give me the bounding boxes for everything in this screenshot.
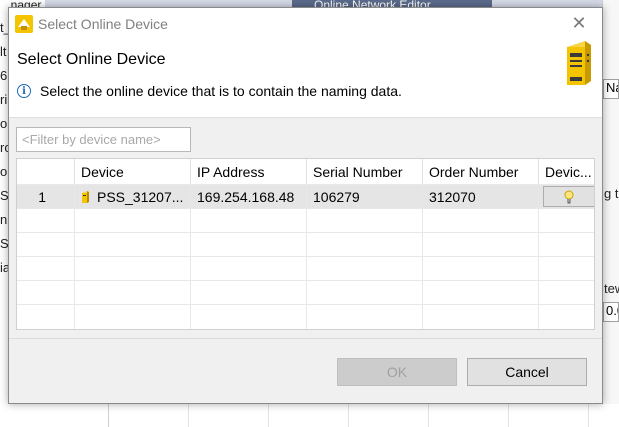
background-right-field[interactable]: 0.0 [603, 302, 619, 322]
dialog-header-message: i Select the online device that is to co… [17, 83, 402, 99]
device-module-icon [567, 41, 591, 85]
row-device-name: PSS_31207... [97, 189, 184, 205]
cancel-button[interactable]: Cancel [467, 358, 587, 386]
dialog-header: Select Online Device i Select the online… [9, 39, 602, 118]
background-right-text: g th [604, 186, 619, 201]
close-icon: ✕ [571, 13, 587, 33]
close-button[interactable]: ✕ [556, 8, 602, 39]
background-right-panel [602, 0, 619, 427]
column-header-device-blink[interactable]: Devic... [539, 159, 594, 184]
column-header-device[interactable]: Device [75, 159, 191, 184]
header-message-text: Select the online device that is to cont… [40, 83, 402, 99]
online-device-table: Device IP Address Serial Number Order Nu… [16, 158, 595, 330]
background-left-text: 6 [0, 68, 8, 83]
background-left-text: lt [0, 44, 7, 59]
dialog-window-title: Select Online Device [38, 16, 168, 32]
select-online-device-dialog: Select Online Device ✕ Select Online Dev… [8, 7, 603, 404]
dialog-title-bar[interactable]: Select Online Device ✕ [9, 8, 602, 39]
table-row[interactable] [17, 232, 594, 257]
column-header-order-number[interactable]: Order Number [423, 159, 539, 184]
background-right-text: tew [604, 281, 619, 296]
table-row[interactable]: 1 PSS_31207... 169.254.168.48 106279 312… [17, 184, 594, 209]
device-icon [82, 191, 89, 203]
row-index: 1 [17, 185, 75, 209]
device-name-filter-input[interactable]: <Filter by device name> [16, 127, 191, 152]
background-grid [108, 404, 619, 427]
table-row[interactable] [17, 256, 594, 281]
column-header-index[interactable] [17, 159, 75, 184]
dialog-header-title: Select Online Device [17, 51, 166, 68]
ok-button[interactable]: OK [337, 358, 457, 386]
device-app-icon [15, 15, 33, 33]
background-left-text: ri [0, 92, 8, 107]
table-header: Device IP Address Serial Number Order Nu… [17, 159, 594, 184]
column-header-serial-number[interactable]: Serial Number [307, 159, 423, 184]
background-left-text: o [0, 116, 8, 131]
row-device-cell: PSS_31207... [75, 185, 191, 209]
row-order-number: 312070 [423, 185, 539, 209]
footer-separator [9, 338, 602, 339]
table-row[interactable] [17, 208, 594, 233]
background-left-text: n [0, 212, 8, 227]
background-left-text: o [0, 164, 8, 179]
background-right-field[interactable]: Na [603, 79, 619, 99]
column-header-ip-address[interactable]: IP Address [191, 159, 307, 184]
row-ip-address: 169.254.168.48 [191, 185, 307, 209]
row-serial-number: 106279 [307, 185, 423, 209]
blink-device-button[interactable] [543, 186, 594, 207]
light-bulb-icon [564, 190, 574, 203]
table-row[interactable] [17, 304, 594, 329]
info-icon: i [17, 84, 31, 98]
table-row[interactable] [17, 280, 594, 305]
